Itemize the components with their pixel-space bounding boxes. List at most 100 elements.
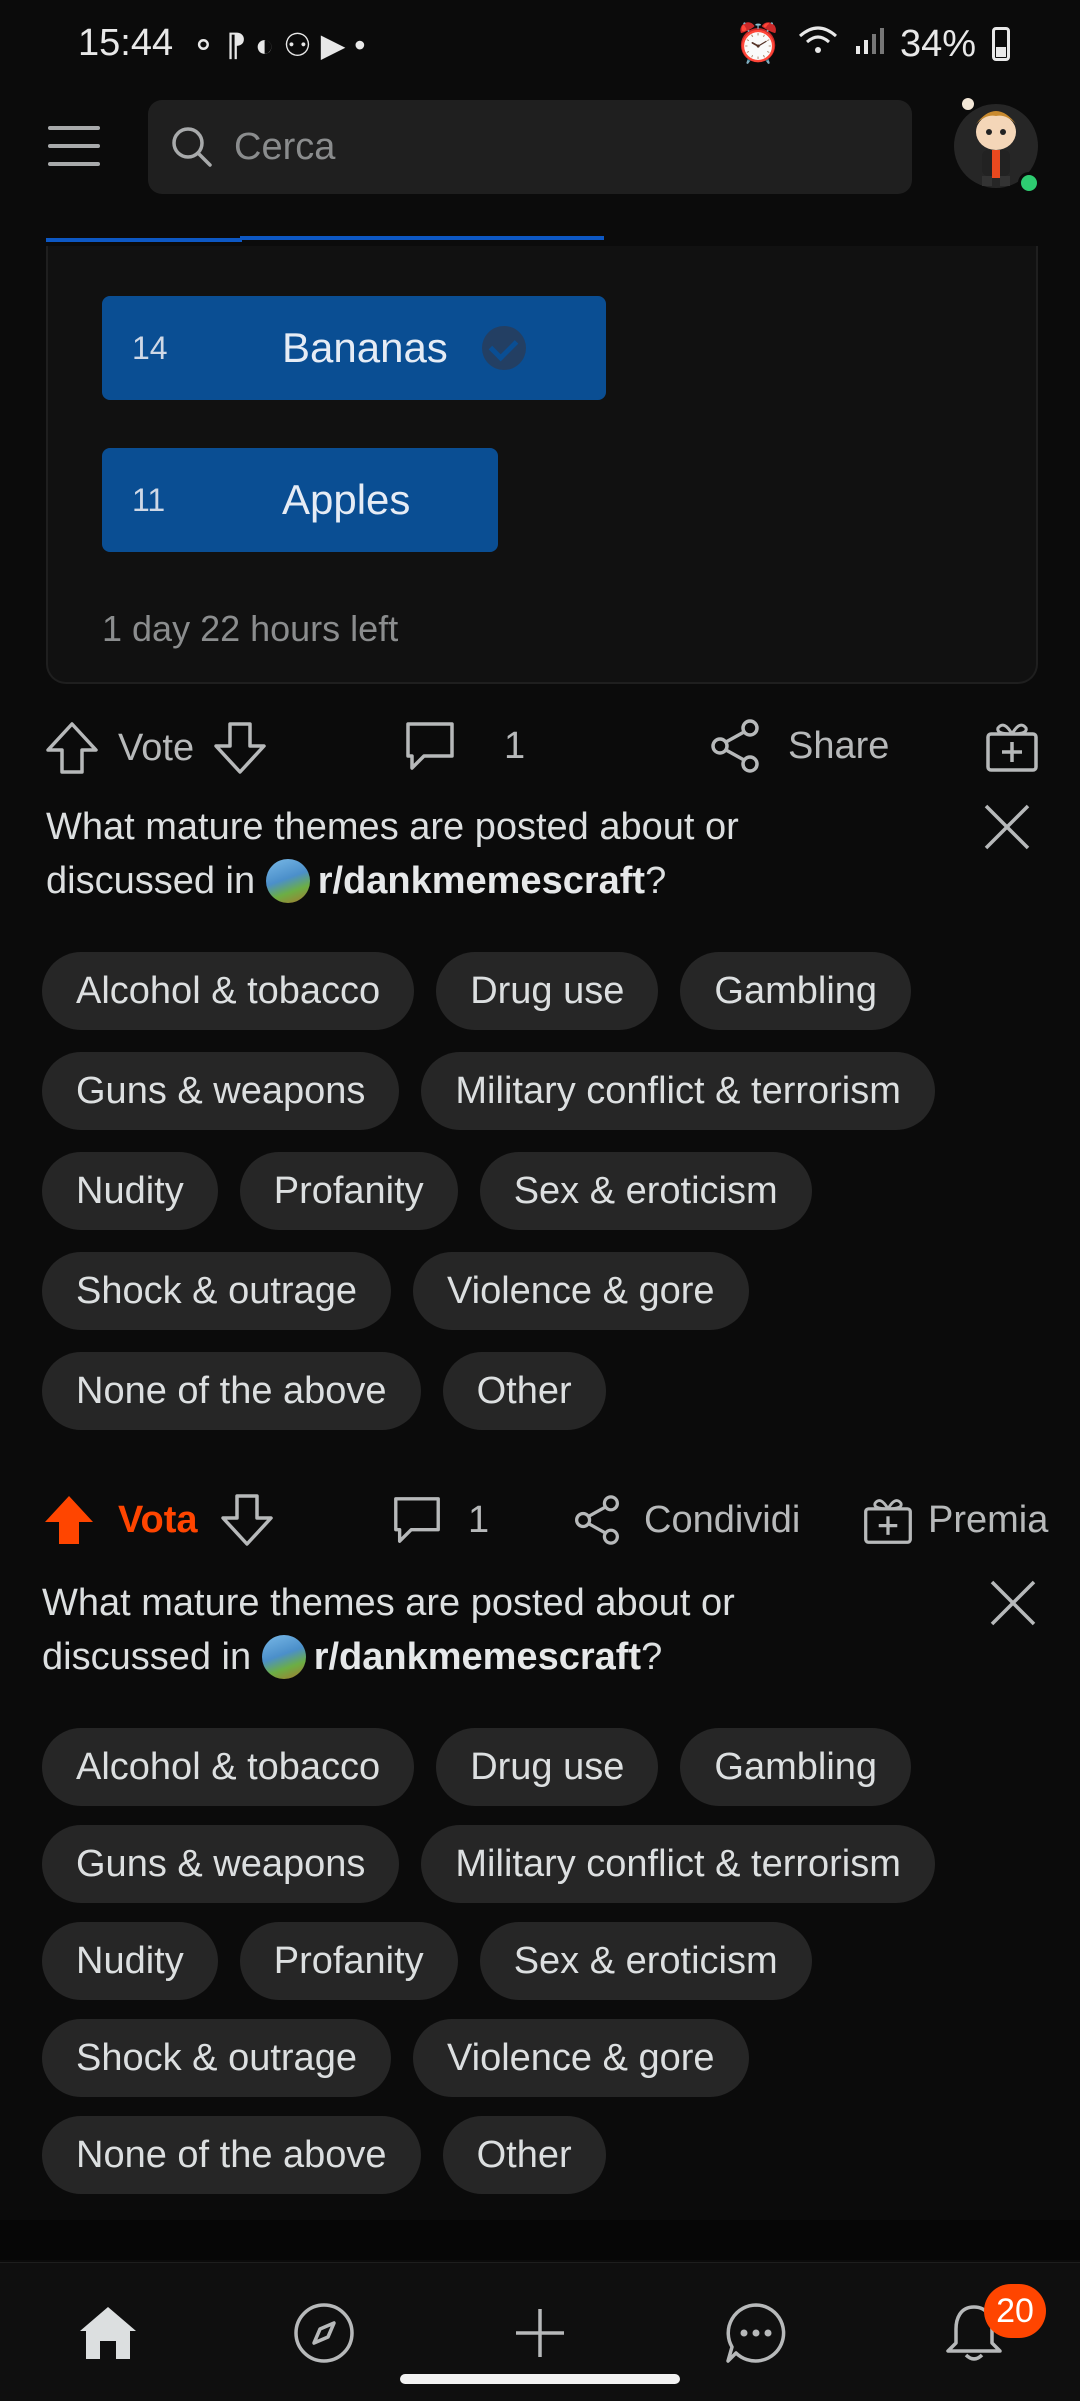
- poll-option-apples[interactable]: 11 Apples: [102, 448, 498, 552]
- chip-row: Guns & weapons Military conflict & terro…: [42, 1825, 1042, 1903]
- prompt-suffix: ?: [645, 860, 667, 902]
- chip-row: None of the above Other: [42, 1352, 1042, 1430]
- chip-violence-gore[interactable]: Violence & gore: [412, 2019, 749, 2097]
- theme-chips-2: Alcohol & tobacco Drug use Gambling Guns…: [42, 1728, 1042, 2216]
- tab-indicator-right: [240, 236, 604, 240]
- alarm-icon: ⏰: [734, 23, 782, 65]
- chip-military-conflict[interactable]: Military conflict & terrorism: [421, 1052, 935, 1130]
- chip-nudity[interactable]: Nudity: [42, 1922, 218, 2000]
- subreddit-icon: [265, 859, 310, 903]
- share-icon: [575, 1495, 619, 1545]
- search-bar[interactable]: Cerca: [148, 100, 912, 194]
- chip-row: Guns & weapons Military conflict & terro…: [42, 1052, 1042, 1130]
- prompt-line1: What mature themes are posted about or: [42, 1582, 735, 1624]
- poll-time-left: 1 day 22 hours left: [102, 608, 399, 649]
- comment-count: 1: [468, 1498, 490, 1541]
- share-label: Condividi: [644, 1498, 801, 1541]
- chip-row: Shock & outrage Violence & gore: [42, 1252, 1042, 1330]
- vote-label: Vote: [118, 726, 195, 769]
- chip-other[interactable]: Other: [442, 1352, 606, 1430]
- gift-icon: [864, 1499, 912, 1544]
- share-icon: [711, 719, 759, 773]
- share-button[interactable]: Condividi: [572, 1492, 800, 1548]
- chip-row: None of the above Other: [42, 2116, 1042, 2194]
- subreddit-name[interactable]: r/dankmemescraft: [318, 860, 645, 902]
- chat-icon: [726, 2303, 786, 2363]
- subreddit-icon: [261, 1635, 306, 1679]
- chip-row: Shock & outrage Violence & gore: [42, 2019, 1042, 2097]
- chip-military-conflict[interactable]: Military conflict & terrorism: [421, 1825, 935, 1903]
- chip-violence-gore[interactable]: Violence & gore: [412, 1252, 749, 1330]
- chip-sex-eroticism[interactable]: Sex & eroticism: [479, 1922, 812, 2000]
- tab-indicator-left: [46, 238, 242, 242]
- nav-explore[interactable]: [284, 2293, 364, 2373]
- home-icon: [80, 2307, 136, 2359]
- comment-icon: [406, 722, 454, 770]
- poll-option-bananas[interactable]: 14 Bananas: [102, 296, 606, 400]
- search-icon: [172, 127, 212, 167]
- downvote-icon[interactable]: [212, 720, 268, 776]
- subreddit-name[interactable]: r/dankmemescraft: [314, 1636, 641, 1678]
- chip-guns-weapons[interactable]: Guns & weapons: [42, 1825, 400, 1903]
- plus-icon: [516, 2309, 564, 2357]
- upvote-icon[interactable]: [44, 720, 100, 776]
- comments-button[interactable]: 1: [402, 718, 525, 774]
- feed-divider: [0, 2220, 1080, 2260]
- comments-button[interactable]: 1: [390, 1492, 489, 1548]
- nav-create[interactable]: [500, 2293, 580, 2373]
- chip-gambling[interactable]: Gambling: [680, 952, 912, 1030]
- chip-sex-eroticism[interactable]: Sex & eroticism: [479, 1152, 812, 1230]
- chip-none-of-the-above[interactable]: None of the above: [42, 2116, 421, 2194]
- chip-drug-use[interactable]: Drug use: [436, 952, 659, 1030]
- downvote-icon[interactable]: [220, 1492, 274, 1548]
- chip-profanity[interactable]: Profanity: [239, 1152, 458, 1230]
- gesture-home-bar[interactable]: [400, 2374, 680, 2384]
- chip-nudity[interactable]: Nudity: [42, 1152, 218, 1230]
- theme-chips: Alcohol & tobacco Drug use Gambling Guns…: [42, 952, 1042, 1452]
- prompt-line2-prefix: discussed in: [46, 860, 256, 902]
- chip-guns-weapons[interactable]: Guns & weapons: [42, 1052, 400, 1130]
- chip-none-of-the-above[interactable]: None of the above: [42, 1352, 421, 1430]
- status-right: ⏰ 34%: [735, 22, 1010, 66]
- online-status-dot: [1018, 172, 1040, 194]
- search-placeholder: Cerca: [234, 125, 336, 168]
- post-action-bar-it: Vota 1 Condividi Premia: [0, 1484, 1080, 1564]
- poll-option-label: Bananas: [282, 324, 448, 371]
- share-button[interactable]: Share: [708, 718, 889, 774]
- chip-other[interactable]: Other: [442, 2116, 606, 2194]
- chip-gambling[interactable]: Gambling: [680, 1728, 912, 1806]
- prompt-line2-prefix: discussed in: [42, 1636, 252, 1678]
- vote-group: Vota: [42, 1492, 274, 1548]
- award-button[interactable]: Premia: [862, 1492, 1048, 1548]
- comment-count: 1: [504, 724, 526, 767]
- upvote-icon[interactable]: [42, 1492, 96, 1548]
- chip-alcohol-tobacco[interactable]: Alcohol & tobacco: [42, 1728, 415, 1806]
- menu-button[interactable]: [48, 126, 100, 170]
- notification-badge: 20: [984, 2284, 1046, 2338]
- post-action-bar: Vote 1 Share: [0, 706, 1080, 786]
- status-bar: 15:44 ⚬ ⁋ ◐ ⚇ ▶ • ⏰ 34%: [0, 0, 1080, 90]
- close-icon[interactable]: [980, 800, 1034, 854]
- poll-vote-count: 11: [132, 481, 166, 518]
- chip-row: Alcohol & tobacco Drug use Gambling: [42, 952, 1042, 1030]
- chip-row: Alcohol & tobacco Drug use Gambling: [42, 1728, 1042, 1806]
- chip-drug-use[interactable]: Drug use: [436, 1728, 659, 1806]
- nav-chat[interactable]: [716, 2293, 796, 2373]
- nav-home[interactable]: [68, 2293, 148, 2373]
- vote-group: Vote: [44, 720, 268, 776]
- chip-shock-outrage[interactable]: Shock & outrage: [42, 1252, 391, 1330]
- top-app-bar: Cerca: [0, 90, 1080, 240]
- chip-row: Nudity Profanity Sex & eroticism: [42, 1152, 1042, 1230]
- mature-themes-prompt-2: What mature themes are posted about or d…: [42, 1576, 942, 1684]
- close-icon[interactable]: [986, 1576, 1040, 1630]
- comment-icon: [394, 1497, 440, 1543]
- chip-shock-outrage[interactable]: Shock & outrage: [42, 2019, 391, 2097]
- chip-row: Nudity Profanity Sex & eroticism: [42, 1922, 1042, 2000]
- share-label: Share: [788, 724, 890, 767]
- chip-profanity[interactable]: Profanity: [239, 1922, 458, 2000]
- chip-alcohol-tobacco[interactable]: Alcohol & tobacco: [42, 952, 415, 1030]
- award-button[interactable]: [984, 718, 1040, 774]
- vote-label: Vota: [118, 1498, 198, 1541]
- signal-icon: [854, 23, 884, 66]
- prompt-suffix: ?: [641, 1636, 663, 1678]
